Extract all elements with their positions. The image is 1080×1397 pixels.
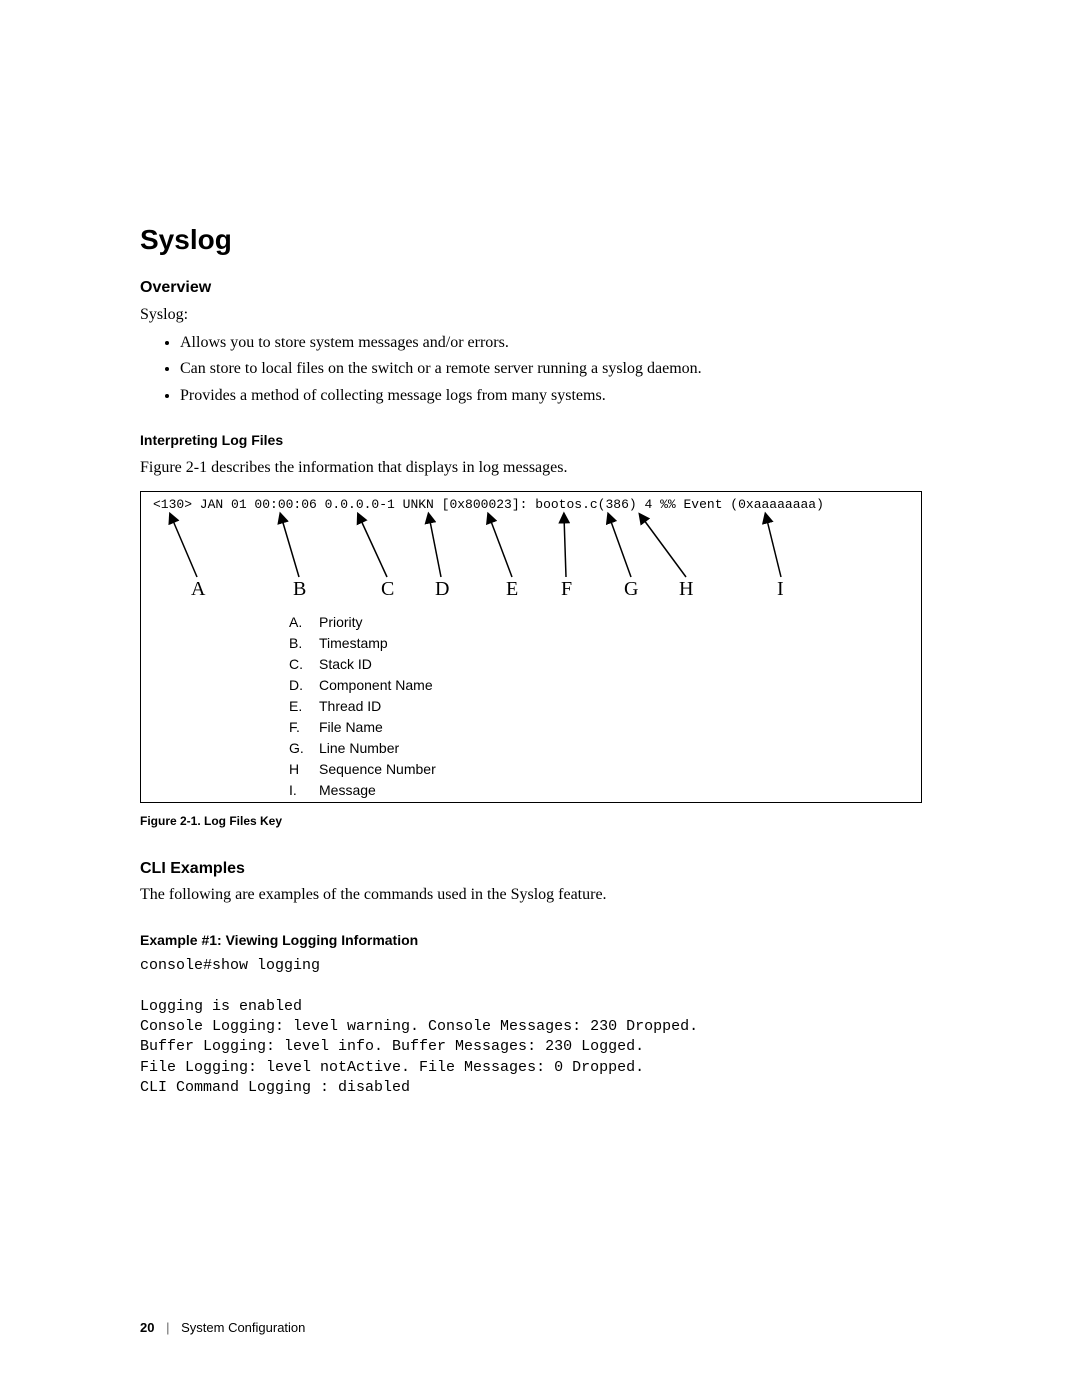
legend-text: Sequence Number [319, 761, 436, 777]
cli-intro: The following are examples of the comman… [140, 884, 940, 906]
legend-letter: B. [289, 635, 302, 651]
figure-caption: Figure 2-1. Log Files Key [140, 813, 940, 830]
overview-bullet: Provides a method of collecting message … [180, 385, 940, 407]
legend-text: Message [319, 782, 376, 798]
page-number: 20 [140, 1320, 154, 1335]
legend-letter: A. [289, 614, 302, 630]
overview-bullets: Allows you to store system messages and/… [140, 332, 940, 407]
legend-text: Stack ID [319, 656, 372, 672]
legend-text: Priority [319, 614, 363, 630]
legend-text: File Name [319, 719, 383, 735]
arrow-label-G: G [624, 578, 638, 600]
footer-separator: | [158, 1320, 177, 1335]
legend-letter: E. [289, 698, 302, 714]
legend-letter: H [289, 761, 299, 777]
cli-examples-heading: CLI Examples [140, 858, 940, 880]
legend-text: Line Number [319, 740, 399, 756]
figure-intro: Figure 2-1 describes the information tha… [140, 457, 940, 479]
code-line: Buffer Logging: level info. Buffer Messa… [140, 1038, 644, 1055]
code-line: CLI Command Logging : disabled [140, 1079, 410, 1096]
interpreting-heading: Interpreting Log Files [140, 431, 940, 451]
legend-letter: F. [289, 719, 300, 735]
log-line-text: <130> JAN 01 00:00:06 0.0.0.0-1 UNKN [0x… [153, 497, 824, 512]
code-line: Logging is enabled [140, 998, 302, 1015]
overview-bullet: Allows you to store system messages and/… [180, 332, 940, 354]
arrow-label-H: H [679, 578, 693, 600]
legend-letter: C. [289, 656, 303, 672]
arrow-label-A: A [191, 578, 206, 600]
arrow-label-C: C [381, 578, 394, 600]
code-line: Console Logging: level warning. Console … [140, 1018, 698, 1035]
section-name: System Configuration [181, 1320, 305, 1335]
arrow-label-D: D [435, 578, 449, 600]
legend-letter: D. [289, 677, 303, 693]
overview-heading: Overview [140, 277, 940, 299]
overview-bullet: Can store to local files on the switch o… [180, 358, 940, 380]
code-line: console#show logging [140, 957, 320, 974]
arrow-label-E: E [506, 578, 518, 600]
cli-output: console#show logging Logging is enabled … [140, 956, 940, 1098]
log-figure: <130> JAN 01 00:00:06 0.0.0.0-1 UNKN [0x… [140, 491, 922, 803]
example1-heading: Example #1: Viewing Logging Information [140, 931, 940, 951]
log-figure-svg: <130> JAN 01 00:00:06 0.0.0.0-1 UNKN [0x… [141, 492, 921, 802]
legend-text: Thread ID [319, 698, 381, 714]
page: Syslog Overview Syslog: Allows you to st… [0, 0, 1080, 1397]
arrow-label-F: F [561, 578, 572, 600]
page-footer: 20 | System Configuration [140, 1319, 305, 1337]
legend-text: Timestamp [319, 635, 388, 651]
legend-letter: I. [289, 782, 297, 798]
syslog-lead: Syslog: [140, 304, 940, 326]
code-line: File Logging: level notActive. File Mess… [140, 1059, 644, 1076]
legend-letter: G. [289, 740, 304, 756]
legend: A. Priority B. Timestamp C. Stack ID D. … [289, 614, 436, 798]
arrow-label-B: B [293, 578, 306, 600]
section-title: Syslog [140, 220, 940, 259]
arrow-label-I: I [777, 578, 784, 600]
legend-text: Component Name [319, 677, 433, 693]
